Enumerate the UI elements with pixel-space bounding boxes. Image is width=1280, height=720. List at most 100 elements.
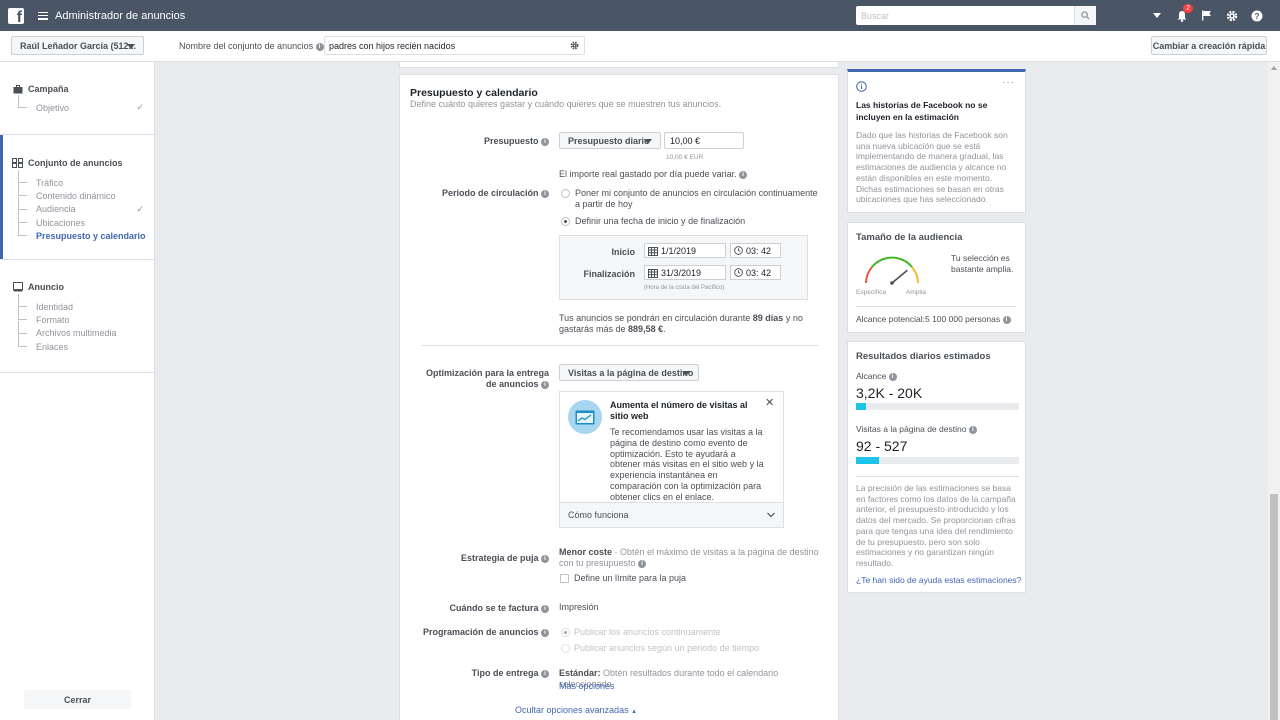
- info-icon[interactable]: i: [541, 554, 549, 563]
- daily-results-panel: Resultados diarios estimados Alcance i 3…: [847, 341, 1026, 593]
- sidebar-section-campaign: Campaña Objetivo ✓: [0, 62, 154, 135]
- sidebar-item-audience[interactable]: Audiencia ✓: [18, 196, 154, 216]
- reach-bar-fill: [856, 403, 866, 410]
- more-options-icon[interactable]: ···: [1002, 77, 1015, 88]
- end-date-input[interactable]: 31/3/2019: [644, 265, 726, 280]
- flag-icon[interactable]: [1200, 9, 1213, 22]
- help-icon[interactable]: ?: [1250, 9, 1263, 22]
- adset-name-label: Nombre del conjunto de anuncios i: [179, 41, 324, 51]
- calendar-icon: [648, 268, 658, 278]
- facebook-logo-icon[interactable]: f: [8, 7, 24, 24]
- settings-gear-icon[interactable]: [1225, 9, 1238, 22]
- info-icon[interactable]: i: [541, 380, 549, 389]
- search-button[interactable]: [1074, 6, 1096, 25]
- sidebar-item-objective[interactable]: Objetivo ✓: [18, 95, 154, 114]
- sidebar-item-media[interactable]: Archivos multimedia: [18, 320, 154, 340]
- app-title: Administrador de anuncios: [55, 9, 186, 22]
- start-time-input[interactable]: 03: 42: [730, 243, 781, 258]
- grid-icon: [12, 158, 23, 168]
- info-icon[interactable]: i: [541, 604, 549, 613]
- gauge-needle: [891, 269, 908, 284]
- schedule-continuous-radio[interactable]: [561, 189, 570, 198]
- top-icons: 2 ?: [1150, 0, 1275, 31]
- chevron-down-icon: [767, 512, 775, 518]
- check-icon: ✓: [136, 102, 144, 113]
- info-icon[interactable]: i: [315, 42, 324, 51]
- sidebar-item-adset[interactable]: Conjunto de anuncios: [12, 156, 154, 170]
- scroll-up-icon[interactable]: [1271, 66, 1277, 70]
- bid-limit-checkbox[interactable]: [560, 574, 569, 583]
- recommendation-box: Aumenta el número de visitas al sitio we…: [559, 391, 784, 528]
- chevron-down-icon: [644, 139, 652, 144]
- quick-creation-button[interactable]: Cambiar a creación rápida: [1151, 36, 1267, 55]
- info-icon[interactable]: i: [638, 559, 647, 568]
- optimization-label: Optimización para la entrega de anuncios…: [425, 368, 549, 389]
- info-icon[interactable]: i: [541, 137, 549, 146]
- page-scrollbar[interactable]: [1268, 62, 1280, 720]
- sidebar-item-traffic[interactable]: Tráfico: [18, 170, 154, 189]
- bid-strategy-label: Estrategia de puja i: [440, 553, 549, 563]
- date-range-box: Inicio 1/1/2019 03: 42 Finalización 31/3…: [559, 235, 808, 300]
- info-icon[interactable]: i: [1002, 315, 1011, 324]
- close-button[interactable]: Cerrar: [24, 690, 131, 709]
- stories-notice-text: Dado que las historias de Facebook son u…: [856, 130, 1008, 205]
- active-section-indicator: [0, 135, 3, 259]
- account-name: Raúl Leñador García (512...: [20, 40, 137, 51]
- section-title: Presupuesto y calendario: [410, 87, 538, 99]
- info-circle-icon: [856, 81, 867, 92]
- sidebar-item-budget-schedule[interactable]: Presupuesto y calendario: [18, 223, 154, 242]
- sidebar-item-dynamic-content[interactable]: Contenido dinámico: [18, 183, 154, 202]
- end-time-input[interactable]: 03: 42: [730, 265, 781, 280]
- info-icon[interactable]: i: [888, 372, 897, 381]
- notifications-bell-icon[interactable]: 2: [1175, 4, 1193, 22]
- billing-value: Impresión: [559, 602, 599, 612]
- gauge-specific-label: Específica: [856, 289, 886, 296]
- landing-visits-label: Visitas a la página de destino i: [856, 424, 977, 435]
- ad-scheduling-continuous-radio[interactable]: [561, 628, 570, 637]
- budget-amount-input[interactable]: [664, 132, 744, 149]
- sidebar-item-ad[interactable]: Anuncio: [12, 280, 154, 294]
- start-label: Inicio: [611, 247, 635, 257]
- briefcase-icon: [12, 84, 23, 94]
- how-it-works-toggle[interactable]: Cómo funciona: [560, 502, 783, 527]
- search-icon: [1081, 11, 1090, 20]
- adset-name-input[interactable]: [325, 40, 570, 51]
- divider: [856, 476, 1019, 477]
- info-icon[interactable]: i: [541, 189, 549, 198]
- schedule-summary: Tus anuncios se pondrán en circulación d…: [559, 313, 803, 334]
- optimization-dropdown[interactable]: Visitas a la página de destino: [559, 364, 699, 381]
- sidebar-item-identity[interactable]: Identidad: [18, 294, 154, 313]
- sidebar-item-format[interactable]: Formato: [18, 307, 154, 326]
- account-selector[interactable]: Raúl Leñador García (512...: [11, 36, 144, 55]
- info-icon[interactable]: i: [541, 628, 549, 637]
- hide-advanced-options-link[interactable]: Ocultar opciones avanzadas ▲: [515, 705, 637, 718]
- estimates-feedback-link[interactable]: ¿Te han sido de ayuda estas estimaciones…: [856, 575, 1021, 586]
- estimates-note: La precisión de las estimaciones se basa…: [856, 483, 1016, 568]
- stories-notice-title: Las historias de Facebook no se incluyen…: [856, 100, 988, 122]
- info-icon[interactable]: i: [541, 669, 549, 678]
- budget-label: Presupuesto i: [440, 136, 549, 146]
- hamburger-menu-icon[interactable]: [38, 11, 48, 20]
- audience-size-panel: Tamaño de la audiencia Específica Amplia…: [847, 222, 1026, 333]
- more-options-link[interactable]: Más opciones: [559, 681, 615, 692]
- gear-icon[interactable]: [570, 41, 579, 50]
- stories-notice-panel: ··· Las historias de Facebook no se incl…: [847, 69, 1026, 213]
- info-icon[interactable]: i: [739, 170, 748, 179]
- browser-chart-icon: [568, 400, 602, 434]
- sidebar-item-links[interactable]: Enlaces: [18, 333, 154, 353]
- recommendation-title: Aumenta el número de visitas al sitio we…: [610, 400, 748, 421]
- clock-icon: [734, 268, 743, 277]
- scrollbar-thumb[interactable]: [1270, 494, 1278, 720]
- start-date-input[interactable]: 1/1/2019: [644, 243, 726, 258]
- close-icon[interactable]: ✕: [765, 398, 774, 409]
- budget-type-dropdown[interactable]: Presupuesto diario: [559, 132, 661, 149]
- sidebar-item-campaign[interactable]: Campaña: [12, 82, 154, 96]
- sidebar-item-placements[interactable]: Ubicaciones: [18, 209, 154, 229]
- account-menu-chevron-icon[interactable]: [1150, 9, 1163, 22]
- reach-label: Alcance i: [856, 371, 897, 382]
- sidebar-section-ad: Anuncio Identidad Formato Archivos multi…: [0, 260, 154, 373]
- schedule-dates-radio[interactable]: [561, 217, 570, 226]
- search-input[interactable]: [856, 6, 1074, 25]
- ad-scheduling-period-radio[interactable]: [561, 644, 570, 653]
- info-icon[interactable]: i: [968, 425, 977, 434]
